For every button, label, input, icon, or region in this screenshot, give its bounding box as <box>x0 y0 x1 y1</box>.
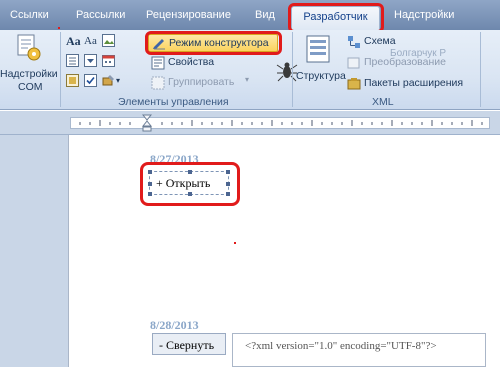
date-heading-2: 8/28/2013 <box>150 318 199 332</box>
plain-text-control-icon[interactable]: Aa <box>84 35 97 47</box>
combobox-control-icon[interactable] <box>66 54 79 67</box>
highlight-ring-design-mode <box>145 31 282 55</box>
transform-label: Преобразование <box>364 56 446 68</box>
tab-mailings[interactable]: Рассылки <box>76 9 125 21</box>
structure-icon <box>306 35 330 63</box>
com-addins-label-line1: Надстройки <box>0 68 58 80</box>
ruler-ticks-left <box>79 120 131 126</box>
controls-group-label: Элементы управления <box>118 96 229 108</box>
xml-group-label: XML <box>372 96 394 108</box>
picture-control-icon[interactable] <box>102 34 115 47</box>
tab-addins[interactable]: Надстройки <box>394 9 454 21</box>
date-picker-control-icon[interactable] <box>102 54 115 67</box>
group-divider <box>60 32 61 107</box>
bug-icon <box>276 62 298 82</box>
group-icon <box>151 76 165 90</box>
transform-button[interactable]: Преобразование <box>347 56 467 71</box>
collapse-button[interactable]: - Свернуть <box>152 333 226 355</box>
horizontal-ruler <box>0 111 500 135</box>
legacy-tools-dropdown-icon[interactable]: ▾ <box>116 76 120 85</box>
highlight-ring-developer-tab <box>288 3 384 33</box>
group-divider <box>292 32 293 107</box>
building-block-control-icon[interactable] <box>66 74 79 87</box>
word-window: Ссылки Рассылки Рецензирование Вид Разра… <box>0 0 500 367</box>
com-addins-icon <box>17 34 41 61</box>
expansion-packs-icon <box>347 78 361 90</box>
group-button[interactable]: Группировать ▾ <box>148 75 268 91</box>
marker-dot <box>58 27 60 29</box>
highlight-ring-open-button <box>140 162 240 206</box>
expansion-packs-button[interactable]: Пакеты расширения <box>347 77 477 92</box>
schema-label: Схема <box>364 35 396 47</box>
group-dropdown-icon: ▾ <box>245 75 250 84</box>
ruler-ticks <box>161 120 483 126</box>
xml-content-box: <?xml version="1.0" encoding="UTF-8"?> <box>232 333 486 367</box>
tab-view[interactable]: Вид <box>255 9 275 21</box>
rich-text-control-icon[interactable]: Aa <box>66 34 81 49</box>
com-addins-button[interactable]: Надстройки COM <box>0 32 58 94</box>
com-addins-label-line2: COM <box>18 81 43 93</box>
schema-icon <box>348 36 360 48</box>
xml-snippet-text: <?xml version="1.0" encoding="UTF-8"?> <box>245 340 437 352</box>
structure-button[interactable]: Структура <box>296 32 346 94</box>
structure-label: Структура <box>296 70 346 82</box>
group-label: Группировать <box>168 76 235 88</box>
expansion-packs-label: Пакеты расширения <box>364 77 464 89</box>
checkbox-control-icon[interactable] <box>84 74 97 87</box>
dropdown-control-icon[interactable] <box>84 54 97 67</box>
group-divider <box>480 32 481 107</box>
ribbon-tab-bar: Ссылки Рассылки Рецензирование Вид Разра… <box>0 0 500 33</box>
marker-dot <box>234 242 236 244</box>
properties-button[interactable]: Свойства <box>148 55 268 71</box>
properties-icon <box>151 56 165 70</box>
ribbon-panel: Надстройки COM Aa Aa ▾ Режим конструктор… <box>0 30 500 110</box>
tab-references[interactable]: Ссылки <box>10 9 49 21</box>
transform-icon <box>347 57 360 69</box>
properties-label: Свойства <box>168 56 215 68</box>
indent-marker-icon[interactable] <box>142 114 152 132</box>
collapse-button-label: - Свернуть <box>159 338 215 352</box>
legacy-tools-icon[interactable] <box>102 74 115 87</box>
tab-review[interactable]: Рецензирование <box>146 9 231 21</box>
